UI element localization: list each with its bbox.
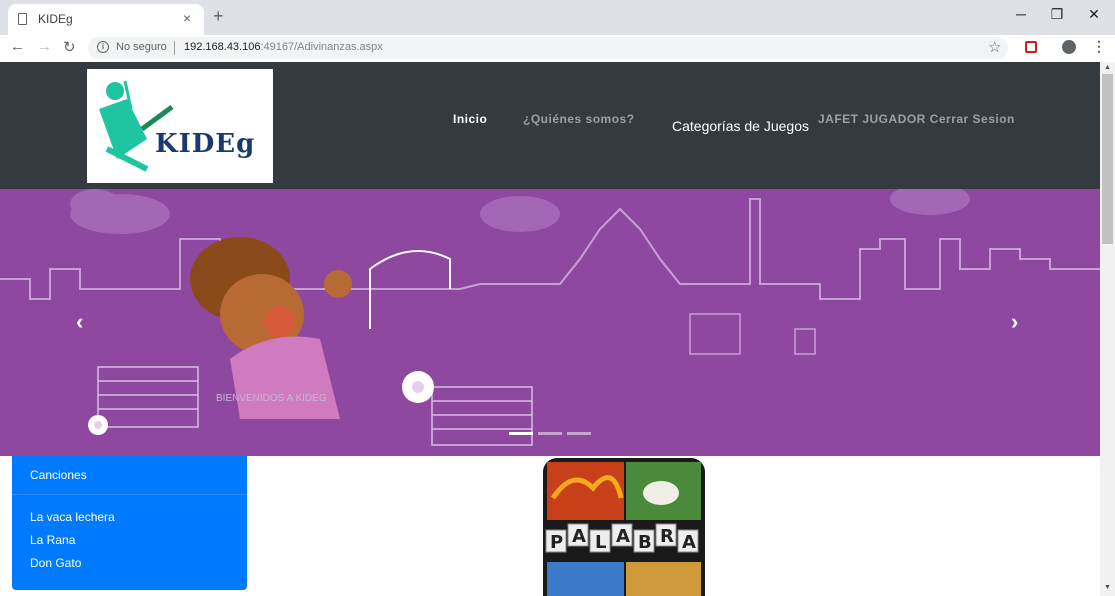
bookmark-star-icon[interactable]: ☆ [988, 38, 1001, 56]
browser-tab-bar: KIDEg × + ─ ❐ ✕ [0, 0, 1115, 35]
carousel-next-icon[interactable]: › [1011, 309, 1018, 335]
scroll-down-icon[interactable]: ▼ [1104, 584, 1111, 591]
carousel-indicator-1[interactable] [509, 432, 533, 435]
game-letter: A [682, 532, 696, 553]
info-icon[interactable]: i [97, 41, 109, 53]
tab-title: KIDEg [38, 12, 73, 26]
window-close-icon[interactable]: ✕ [1084, 6, 1104, 23]
page-icon [18, 13, 27, 25]
nav-user-logout[interactable]: JAFET JUGADOR Cerrar Sesion [818, 112, 1015, 126]
browser-tab[interactable]: KIDEg × [8, 4, 204, 35]
url-host: 192.168.43.106 [184, 41, 261, 53]
carousel-indicator-3[interactable] [567, 432, 591, 435]
game-image: P A L A B R A [545, 462, 701, 596]
site-navbar: KIDEg Inicio ¿Quiénes somos? Categorías … [0, 62, 1100, 189]
browser-menu-icon[interactable]: ⋮ [1092, 38, 1106, 55]
minimize-icon[interactable]: ─ [1011, 6, 1031, 22]
address-bar[interactable]: i No seguro 192.168.43.106:49167/Adivina… [88, 37, 1008, 59]
game-thumbnail[interactable]: P A L A B R A [543, 458, 705, 596]
url-path: :49167/Adivinanzas.aspx [260, 41, 383, 53]
restore-icon[interactable]: ❐ [1047, 6, 1067, 23]
list-item[interactable]: Don Gato [30, 556, 81, 570]
list-header[interactable]: Canciones [12, 456, 247, 495]
page-scrollbar[interactable]: ▲ ▼ [1100, 62, 1115, 596]
carousel: BIENVENIDOS A KIDEG ‹ › [0, 189, 1100, 456]
logo-figure-icon [99, 80, 174, 172]
carousel-caption: BIENVENIDOS A KIDEG [216, 393, 327, 404]
url-text[interactable]: 192.168.43.106:49167/Adivinanzas.aspx [184, 41, 383, 53]
carousel-indicator-2[interactable] [538, 432, 562, 435]
game-letter: R [660, 526, 674, 547]
site-logo[interactable]: KIDEg [87, 69, 273, 183]
carousel-prev-icon[interactable]: ‹ [76, 309, 83, 335]
scroll-thumb[interactable] [1102, 74, 1113, 244]
profile-icon[interactable] [1062, 40, 1076, 54]
address-separator [174, 41, 175, 55]
scroll-up-icon[interactable]: ▲ [1104, 64, 1111, 71]
canciones-list: Canciones La vaca lechera La Rana Don Ga… [12, 456, 247, 590]
browser-toolbar: ← → ↻ i No seguro 192.168.43.106:49167/A… [0, 35, 1115, 63]
game-letter: A [616, 526, 630, 547]
list-header-label: Canciones [30, 468, 87, 482]
extension-icon[interactable] [1025, 41, 1037, 53]
game-letter: B [638, 532, 652, 553]
tab-close-icon[interactable]: × [183, 10, 191, 26]
nav-quienes-somos[interactable]: ¿Quiénes somos? [523, 112, 635, 126]
back-icon[interactable]: ← [10, 38, 25, 55]
list-item[interactable]: La vaca lechera [30, 510, 115, 524]
not-secure-label: No seguro [116, 41, 167, 53]
reload-icon[interactable]: ↻ [63, 38, 76, 56]
game-letter: L [595, 532, 606, 553]
forward-icon[interactable]: → [37, 38, 52, 55]
nav-categorias[interactable]: Categorías de Juegos [672, 118, 809, 134]
game-letter: A [572, 526, 586, 547]
list-item[interactable]: La Rana [30, 533, 75, 547]
nav-inicio[interactable]: Inicio [453, 112, 487, 126]
carousel-illustration [0, 189, 1100, 446]
logo-text: KIDEg [155, 129, 256, 159]
game-letter: P [550, 532, 563, 553]
new-tab-icon[interactable]: + [213, 6, 224, 26]
